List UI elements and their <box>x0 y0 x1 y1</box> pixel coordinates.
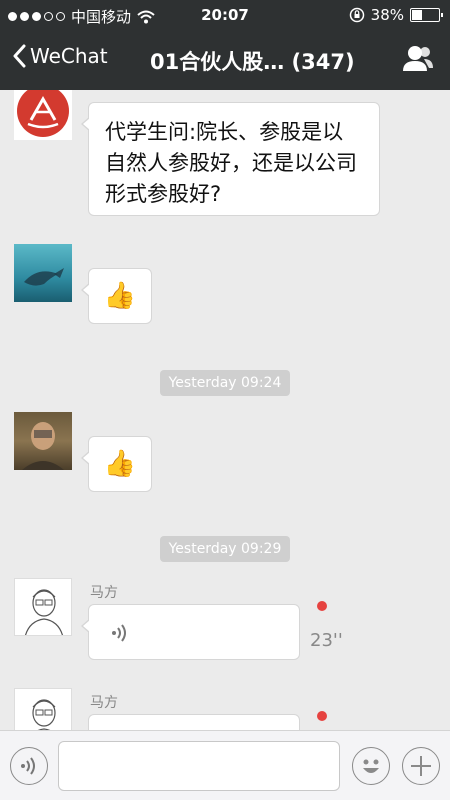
unread-indicator <box>317 601 327 611</box>
voice-wave-icon <box>112 624 126 642</box>
contacts-icon <box>403 46 433 71</box>
sender-name: 马方 <box>90 585 118 601</box>
voice-message-bubble[interactable] <box>81 714 300 730</box>
battery-fill <box>412 10 422 20</box>
plus-icon <box>411 756 431 776</box>
message-input[interactable] <box>58 741 340 791</box>
avatar[interactable] <box>14 688 72 730</box>
sender-name: 马方 <box>90 695 118 711</box>
timestamp-text: Yesterday 09:24 <box>159 370 291 396</box>
message-bubble[interactable]: 代学生问:院长、参股是以自然人参股好，还是以公司形式参股好? <box>81 102 380 216</box>
thumbs-up-emoji: 👍 <box>103 281 137 311</box>
emoji-smile-icon <box>363 759 379 773</box>
institute-logo-icon <box>17 90 69 137</box>
unread-indicator <box>317 711 327 721</box>
timestamp-text: Yesterday 09:29 <box>159 536 291 562</box>
message-bubble[interactable]: 👍 <box>81 268 152 324</box>
avatar[interactable] <box>14 578 72 636</box>
sketch-portrait-icon <box>32 699 56 730</box>
back-button[interactable]: WeChat <box>12 44 108 68</box>
battery-percent: 38% <box>370 6 404 24</box>
timestamp: Yesterday 09:24 <box>0 370 450 396</box>
voice-duration: 23'' <box>310 630 343 651</box>
rotation-lock-icon <box>349 7 364 23</box>
avatar[interactable] <box>14 90 72 140</box>
avatar[interactable] <box>14 244 72 302</box>
avatar[interactable] <box>14 412 72 470</box>
sketch-portrait-icon <box>24 589 64 635</box>
battery-icon <box>410 8 443 22</box>
input-bar <box>0 730 450 800</box>
message-list[interactable]: 代学生问:院长、参股是以自然人参股好，还是以公司形式参股好? 👍 Yesterd… <box>0 90 450 730</box>
thumbs-up-emoji: 👍 <box>103 449 137 479</box>
person-photo-icon <box>22 422 64 470</box>
voice-message-bubble[interactable] <box>81 604 300 660</box>
group-info-button[interactable] <box>402 44 434 78</box>
status-bar: 中国移动 20:07 38% <box>0 0 450 30</box>
timestamp: Yesterday 09:29 <box>0 536 450 562</box>
dolphin-photo-icon <box>24 268 64 286</box>
emoji-button[interactable] <box>352 747 390 785</box>
more-options-button[interactable] <box>402 747 440 785</box>
voice-wave-icon <box>21 757 35 775</box>
chat-header: WeChat 01合伙人股… (347) <box>0 30 450 90</box>
chat-title: 01合伙人股… (347) <box>150 50 355 74</box>
message-text: 代学生问:院长、参股是以自然人参股好，还是以公司形式参股好? <box>105 120 357 206</box>
chevron-left-icon <box>13 44 26 68</box>
message-bubble[interactable]: 👍 <box>81 436 152 492</box>
back-label: WeChat <box>30 44 108 68</box>
voice-input-button[interactable] <box>10 747 48 785</box>
